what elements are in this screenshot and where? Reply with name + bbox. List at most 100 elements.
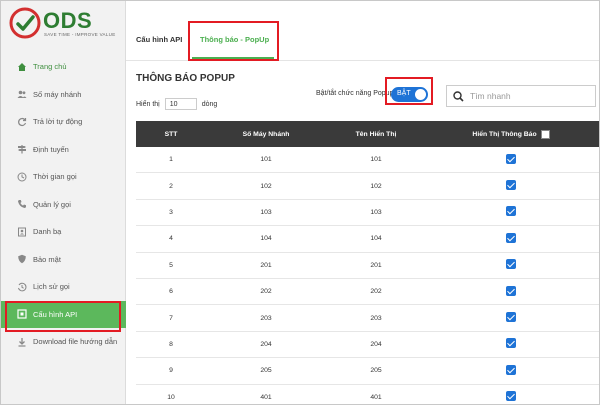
cell-extension: 101: [260, 156, 272, 164]
sidebar-item-label: Quản lý gọi: [33, 199, 71, 209]
cell-show-notification: [426, 232, 596, 245]
sidebar-item-auto-reply[interactable]: Trả lời tự động: [1, 108, 126, 136]
cell-display-name: 205: [370, 367, 382, 375]
cell-show-notification: [426, 312, 596, 324]
cell-extension: 204: [260, 340, 272, 348]
cell-show-notification: [426, 391, 596, 403]
cell-extension: 205: [260, 367, 272, 375]
show-notification-checkbox[interactable]: [506, 232, 516, 243]
cell-display-name: 203: [370, 314, 382, 322]
cell-stt: 1: [169, 156, 173, 164]
cell-display-name: 101: [370, 156, 382, 164]
cell-stt: 6: [169, 288, 173, 296]
api-icon: [17, 309, 27, 319]
signpost-icon: [17, 144, 27, 154]
sidebar-item-call-management[interactable]: Quản lý gọi: [1, 191, 126, 219]
show-notification-checkbox[interactable]: [506, 338, 516, 349]
cell-display-name: 401: [370, 393, 382, 401]
page-length-control: Hiển thị 10 dòng: [136, 98, 217, 110]
table-row: 1 101 101: [136, 147, 599, 174]
cell-stt: 9: [169, 367, 173, 375]
table-row: 8 204 204: [136, 331, 599, 359]
sidebar-item-label: Định tuyến: [33, 144, 69, 154]
show-notification-checkbox[interactable]: [506, 206, 516, 217]
brand-name: ODS: [43, 8, 93, 33]
sidebar-item-call-time[interactable]: Thời gian gọi: [1, 163, 126, 191]
search-icon: [453, 90, 464, 102]
cell-extension: 102: [260, 182, 272, 190]
cell-show-notification: [426, 285, 596, 298]
show-notification-checkbox[interactable]: [506, 153, 516, 164]
cell-show-notification: [426, 180, 596, 192]
sidebar-item-label: Cấu hình API: [33, 309, 78, 319]
cell-show-notification: [426, 364, 596, 377]
cell-stt: 2: [169, 182, 173, 190]
show-notification-checkbox[interactable]: [506, 391, 516, 402]
sidebar-item-extensions[interactable]: Số máy nhánh: [1, 81, 126, 109]
sidebar-item-label: Bảo mật: [33, 254, 61, 264]
sidebar-item-contacts[interactable]: Danh bạ: [1, 218, 126, 246]
column-header-show-notification: Hiển Thị Thông Báo: [426, 129, 596, 139]
cell-show-notification: [426, 338, 596, 350]
brand-tagline: SAVE TIME - IMPROVE VALUE: [44, 32, 116, 37]
cell-stt: 5: [169, 261, 173, 269]
cell-extension: 103: [260, 208, 272, 216]
page-title: THÔNG BÁO POPUP: [136, 73, 235, 84]
cell-display-name: 204: [370, 340, 382, 348]
sidebar-item-download-guide[interactable]: Download file hướng dẫn: [1, 328, 126, 356]
table-row: 4 104 104: [136, 226, 599, 253]
show-notification-checkbox[interactable]: [506, 312, 516, 323]
show-notification-checkbox[interactable]: [506, 364, 516, 375]
ods-logo-icon: [9, 7, 41, 39]
refresh-icon: [17, 117, 27, 127]
table-row: 6 202 202: [136, 278, 599, 306]
shield-icon: [17, 254, 27, 264]
cell-stt: 3: [169, 208, 173, 216]
cell-display-name: 103: [370, 208, 382, 216]
cell-extension: 104: [260, 235, 272, 243]
sidebar-item-home[interactable]: Trang chủ: [1, 53, 126, 81]
phone-icon: [17, 199, 27, 209]
cell-show-notification: [426, 153, 596, 166]
sidebar-item-call-history[interactable]: Lịch sử gọi: [1, 273, 126, 301]
cell-show-notification: [426, 206, 596, 218]
column-header-extension: Số Máy Nhánh: [242, 130, 290, 138]
download-icon: [17, 337, 27, 347]
column-header-stt: STT: [164, 130, 178, 138]
select-all-checkbox[interactable]: [540, 129, 550, 139]
sidebar-item-routing[interactable]: Định tuyến: [1, 136, 126, 164]
show-prefix-label: Hiển thị: [136, 100, 160, 108]
sidebar-nav: Trang chủ Số máy nhánh Trả lời tự động Đ…: [1, 53, 126, 356]
main-content: THÔNG BÁO POPUP Hiển thị 10 dòng Bật/tắt…: [126, 61, 599, 404]
popup-table: STT Số Máy Nhánh Tên Hiển Thị Hiển Thị T…: [136, 121, 599, 404]
show-notification-checkbox[interactable]: [506, 259, 516, 270]
table-row: 7 203 203: [136, 305, 599, 332]
history-icon: [17, 282, 27, 292]
cell-stt: 4: [169, 235, 173, 243]
highlight-box-toggle: [385, 77, 433, 105]
sidebar-item-label: Trả lời tự động: [33, 117, 83, 127]
sidebar-item-api-config[interactable]: Cấu hình API: [1, 300, 126, 328]
table-header: STT Số Máy Nhánh Tên Hiển Thị Hiển Thị T…: [136, 121, 599, 147]
sidebar-item-label: Trang chủ: [33, 62, 67, 72]
page-length-input[interactable]: 10: [164, 98, 197, 110]
table-row: 5 201 201: [136, 252, 599, 279]
highlight-box-popup-tab: [188, 21, 279, 61]
show-notification-checkbox[interactable]: [506, 285, 516, 296]
logo: ODS SAVE TIME - IMPROVE VALUE: [9, 7, 119, 43]
contacts-icon: [17, 227, 27, 237]
column-header-display-name: Tên Hiển Thị: [355, 130, 397, 138]
tab-bar: Cấu hình API Thông báo - PopUp: [126, 1, 599, 61]
sidebar-item-security[interactable]: Bảo mật: [1, 246, 126, 274]
users-icon: [17, 89, 27, 99]
cell-display-name: 104: [370, 235, 382, 243]
search-input[interactable]: Tìm nhanh: [446, 85, 596, 107]
tab-api-config[interactable]: Cấu hình API: [136, 35, 182, 44]
search-placeholder: Tìm nhanh: [470, 91, 511, 101]
cell-stt: 8: [169, 340, 173, 348]
table-body: 1 101 101 2 102 102 3 103 103 4 104 104 5 201 201 6 202 2…: [136, 147, 599, 404]
clock-icon: [17, 172, 27, 182]
show-notification-checkbox[interactable]: [506, 180, 516, 191]
sidebar-item-label: Lịch sử gọi: [33, 282, 70, 292]
sidebar: ODS SAVE TIME - IMPROVE VALUE Trang chủ …: [1, 1, 126, 404]
